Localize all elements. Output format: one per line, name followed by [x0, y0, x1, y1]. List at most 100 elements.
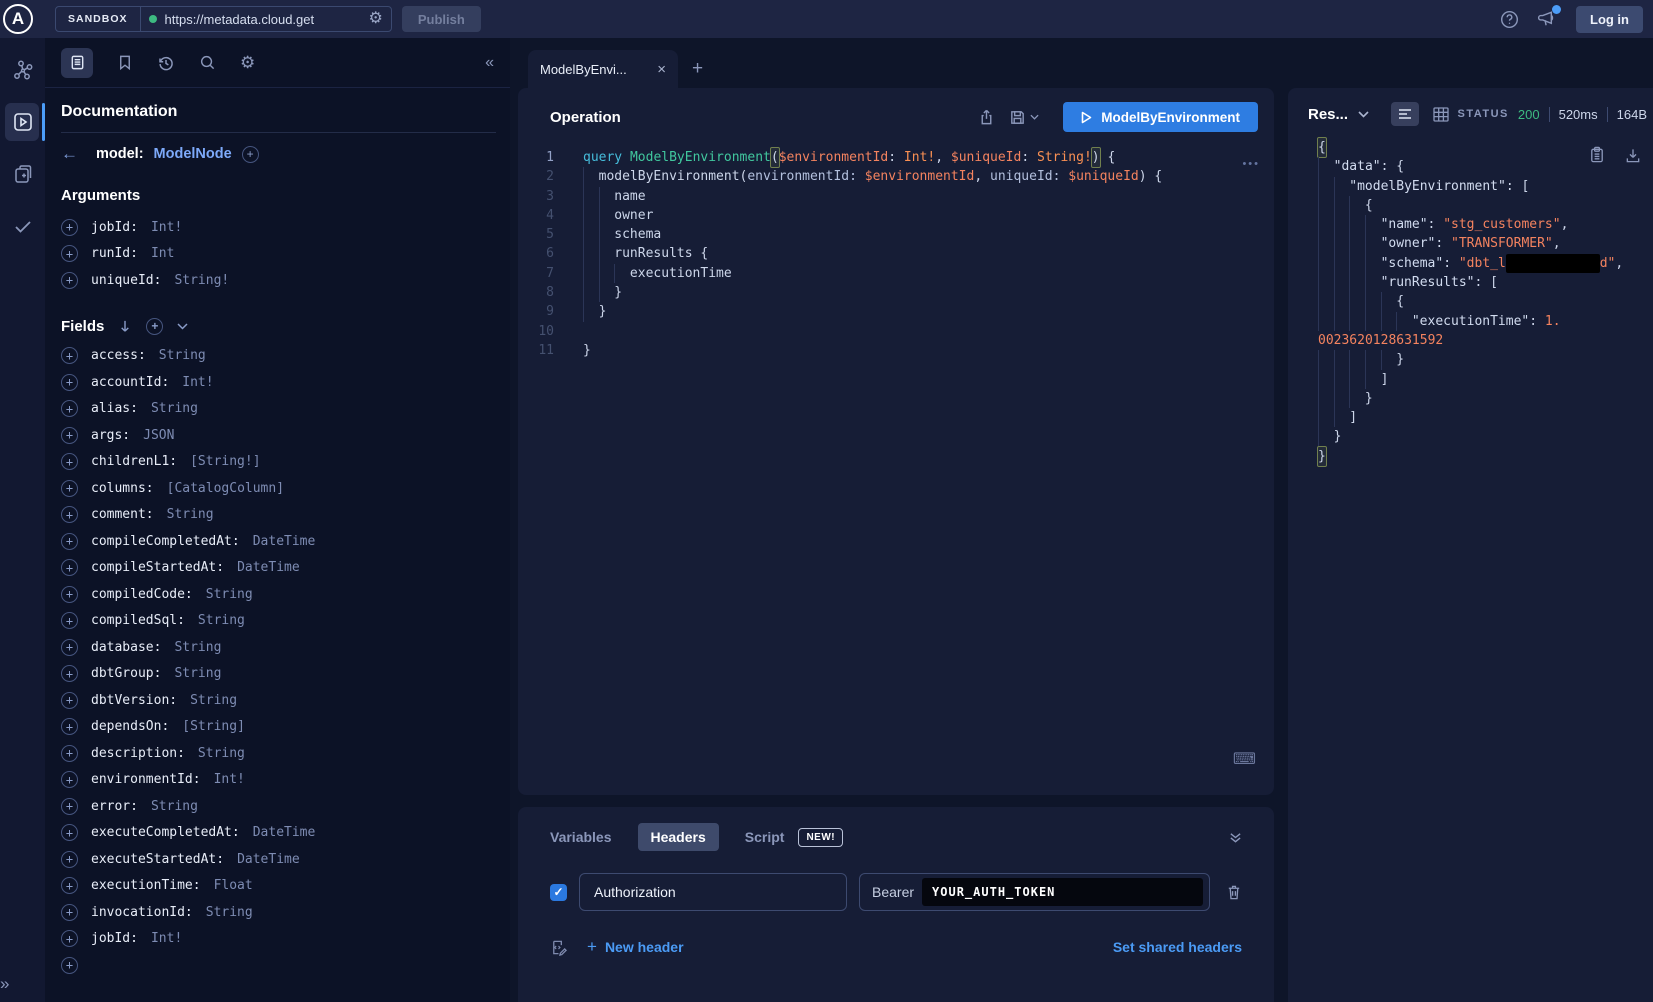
argument-row[interactable]: +jobId:Int!	[61, 214, 496, 241]
save-menu-chevron-icon[interactable]	[1030, 114, 1039, 120]
delete-header-icon[interactable]	[1226, 884, 1242, 901]
add-field-icon[interactable]: +	[61, 219, 78, 236]
endpoint-settings-icon[interactable]: ⚙	[369, 11, 383, 27]
field-row[interactable]: +environmentId:Int!	[61, 767, 496, 794]
fields-menu-chevron-icon[interactable]	[177, 323, 188, 330]
add-field-icon[interactable]: +	[61, 453, 78, 470]
field-row[interactable]: +compiledCode:String	[61, 581, 496, 608]
copy-response-icon[interactable]	[1589, 146, 1605, 164]
field-row[interactable]: +childrenL1:[String!]	[61, 449, 496, 476]
add-field-icon[interactable]: +	[61, 824, 78, 841]
field-row[interactable]: +database:String	[61, 634, 496, 661]
argument-row[interactable]: +uniqueId:String!	[61, 267, 496, 294]
add-field-icon[interactable]: +	[61, 347, 78, 364]
add-field-icon[interactable]: +	[61, 665, 78, 682]
keyboard-shortcuts-icon[interactable]: ⌨	[1233, 749, 1256, 769]
login-button[interactable]: Log in	[1576, 6, 1643, 33]
auth-token-input[interactable]	[922, 878, 1203, 906]
checks-icon[interactable]	[0, 206, 45, 246]
add-field-icon[interactable]: +	[61, 374, 78, 391]
field-row[interactable]: +compileCompletedAt:DateTime	[61, 528, 496, 555]
collapse-docs-icon[interactable]: «	[485, 54, 494, 72]
add-field-icon[interactable]: +	[61, 506, 78, 523]
run-operation-button[interactable]: ModelByEnvironment	[1063, 102, 1258, 132]
field-row[interactable]: +executionTime:Float	[61, 873, 496, 900]
field-row[interactable]: +compiledSql:String	[61, 608, 496, 635]
breadcrumb-type-link[interactable]: ModelNode	[154, 146, 232, 162]
add-field-icon[interactable]: +	[61, 400, 78, 417]
field-row[interactable]: +comment:String	[61, 502, 496, 529]
tab-headers[interactable]: Headers	[638, 823, 719, 851]
add-field-icon[interactable]: +	[61, 612, 78, 629]
expand-rail-icon[interactable]: »	[0, 974, 45, 994]
add-field-icon[interactable]: +	[61, 692, 78, 709]
endpoint-url-input[interactable]: https://metadata.cloud.get	[165, 12, 361, 27]
share-operation-icon[interactable]	[978, 108, 995, 126]
header-key-input[interactable]	[579, 873, 847, 911]
add-field-icon[interactable]: +	[61, 639, 78, 656]
response-table-view-icon[interactable]	[1433, 107, 1449, 122]
close-tab-icon[interactable]: ×	[657, 62, 666, 77]
add-field-icon[interactable]: +	[61, 798, 78, 815]
field-row[interactable]: +dbtVersion:String	[61, 687, 496, 714]
field-row[interactable]: +accountId:Int!	[61, 369, 496, 396]
save-operation-icon[interactable]	[1009, 109, 1026, 126]
help-icon[interactable]	[1500, 10, 1519, 29]
schema-graph-icon[interactable]	[0, 50, 45, 90]
add-field-icon[interactable]: +	[61, 745, 78, 762]
add-field-icon[interactable]: +	[61, 533, 78, 550]
tab-script[interactable]: Script	[745, 829, 785, 845]
argument-row[interactable]: +runId:Int	[61, 241, 496, 268]
field-row[interactable]: +executeStartedAt:DateTime	[61, 846, 496, 873]
new-header-button[interactable]: + New header	[587, 937, 684, 957]
operation-tab[interactable]: ModelByEnvi... ×	[528, 50, 678, 88]
field-row[interactable]: +compileStartedAt:DateTime	[61, 555, 496, 582]
response-dropdown-chevron-icon[interactable]	[1358, 111, 1369, 118]
add-field-icon[interactable]: +	[61, 245, 78, 262]
search-icon[interactable]	[199, 54, 216, 71]
history-icon[interactable]	[157, 54, 175, 72]
field-row[interactable]: +	[61, 952, 496, 979]
header-enabled-checkbox[interactable]: ✓	[550, 884, 567, 901]
collapse-panel-icon[interactable]	[1229, 831, 1242, 844]
add-field-icon[interactable]: +	[61, 771, 78, 788]
field-row[interactable]: +columns:[CatalogColumn]	[61, 475, 496, 502]
add-field-icon[interactable]: +	[61, 718, 78, 735]
editor-more-menu-icon[interactable]: •••	[1242, 158, 1260, 170]
query-editor[interactable]: 1query ModelByEnvironment($environmentId…	[518, 148, 1274, 360]
add-field-icon[interactable]: +	[61, 480, 78, 497]
set-shared-headers-button[interactable]: Set shared headers	[1113, 939, 1242, 955]
documentation-tab-icon[interactable]	[61, 48, 93, 78]
add-field-icon[interactable]: +	[61, 957, 78, 974]
add-field-icon[interactable]: +	[61, 427, 78, 444]
new-tab-icon[interactable]: +	[692, 58, 703, 80]
add-field-icon[interactable]: +	[61, 559, 78, 576]
header-value-field[interactable]: Bearer	[859, 873, 1210, 911]
sort-fields-icon[interactable]	[118, 319, 132, 334]
field-row[interactable]: +args:JSON	[61, 422, 496, 449]
add-all-fields-icon[interactable]: +	[146, 318, 163, 335]
back-arrow-icon[interactable]: ←	[61, 144, 78, 164]
add-field-icon[interactable]: +	[61, 851, 78, 868]
download-response-icon[interactable]	[1625, 146, 1641, 164]
field-row[interactable]: +executeCompletedAt:DateTime	[61, 820, 496, 847]
add-field-icon[interactable]: +	[61, 586, 78, 603]
explorer-settings-icon[interactable]: ⚙	[240, 53, 255, 73]
field-row[interactable]: +dependsOn:[String]	[61, 714, 496, 741]
operation-collections-icon[interactable]	[0, 154, 45, 194]
response-json-view-icon[interactable]	[1391, 102, 1419, 126]
add-field-icon[interactable]: +	[61, 877, 78, 894]
field-row[interactable]: +access:String	[61, 343, 496, 370]
edit-raw-headers-icon[interactable]	[550, 939, 567, 956]
tab-variables[interactable]: Variables	[550, 829, 612, 845]
publish-button[interactable]: Publish	[402, 6, 481, 32]
field-row[interactable]: +description:String	[61, 740, 496, 767]
apollo-logo[interactable]: A	[3, 4, 33, 34]
field-row[interactable]: +jobId:Int!	[61, 926, 496, 953]
add-field-icon[interactable]: +	[61, 272, 78, 289]
field-row[interactable]: +dbtGroup:String	[61, 661, 496, 688]
field-row[interactable]: +error:String	[61, 793, 496, 820]
collections-bookmark-icon[interactable]	[117, 54, 133, 71]
add-field-icon[interactable]: +	[61, 904, 78, 921]
field-row[interactable]: +alias:String	[61, 396, 496, 423]
